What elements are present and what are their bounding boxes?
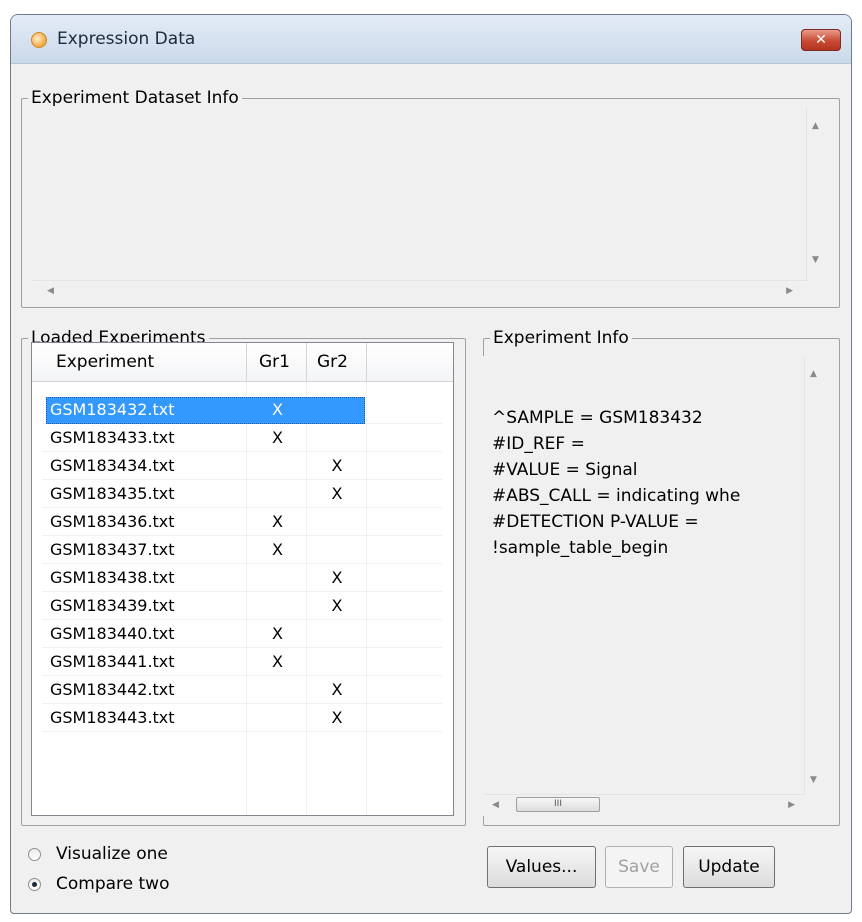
experiment-name-cell: GSM183438.txt [50, 568, 175, 587]
experiment-info-line: #ABS_CALL = indicating whe [492, 486, 741, 506]
table-row[interactable]: GSM183440.txt X [42, 621, 442, 648]
update-button[interactable]: Update [683, 846, 775, 888]
close-button[interactable]: ✕ [801, 29, 841, 51]
experiment-info-line: #DETECTION P-VALUE = [492, 512, 699, 532]
table-row[interactable]: GSM183441.txt X [42, 649, 442, 676]
gr2-cell: X [331, 568, 343, 587]
table-row[interactable]: GSM183438.txt X [42, 565, 442, 592]
table-row[interactable]: GSM183436.txt X [42, 509, 442, 536]
gr1-cell [248, 705, 307, 731]
gr1-cell [248, 565, 307, 591]
dataset-info-legend: Experiment Dataset Info [31, 88, 239, 108]
gr2-cell: X [331, 484, 343, 503]
experiment-name-cell: GSM183436.txt [50, 512, 175, 531]
gr1-cell [248, 593, 307, 619]
col-gr2-header[interactable]: Gr2 [307, 343, 367, 381]
scroll-left-arrow-icon[interactable]: ◀ [47, 286, 54, 296]
experiments-table[interactable]: Experiment Gr1 Gr2 GSM183432.txt X GSM1834… [31, 342, 454, 816]
experiment-info-textarea[interactable]: ^SAMPLE = GSM183432 #ID_REF = #VALUE = Sig… [483, 356, 826, 816]
col-experiment-header[interactable]: Experiment [46, 343, 247, 381]
experiment-name-cell: GSM183440.txt [50, 624, 175, 643]
gr1-cell: X [272, 540, 283, 559]
title-bar[interactable]: Expression Data ✕ [11, 15, 851, 64]
gr1-cell: X [272, 400, 283, 419]
scroll-down-arrow-icon[interactable]: ▼ [812, 255, 819, 265]
experiment-info-text: ^SAMPLE = GSM183432 #ID_REF = #VALUE = Sig… [492, 405, 740, 561]
values-button[interactable]: Values... [487, 846, 596, 888]
table-row[interactable]: GSM183439.txt X [42, 593, 442, 620]
table-row[interactable]: GSM183433.txt X [42, 425, 442, 452]
experiment-name-cell: GSM183443.txt [50, 708, 175, 727]
experiment-info-hscroll[interactable]: ◀ III ▶ [484, 794, 805, 815]
gr2-cell [308, 397, 366, 423]
gr2-cell [308, 509, 366, 535]
scroll-up-arrow-icon[interactable]: ▲ [810, 369, 817, 379]
experiment-info-vscroll[interactable]: ▲ ▼ [804, 357, 825, 795]
experiment-name-cell: GSM183432.txt [50, 400, 175, 419]
experiment-name-cell: GSM183435.txt [50, 484, 175, 503]
radio-compare-two-label: Compare two [56, 874, 170, 894]
experiment-info-line: ^SAMPLE = GSM183432 [492, 408, 703, 428]
col-gr1-header[interactable]: Gr1 [247, 343, 307, 381]
window-title: Expression Data [57, 29, 196, 49]
scroll-right-arrow-icon[interactable]: ▶ [788, 800, 795, 810]
radio-visualize-one-indicator[interactable] [28, 848, 41, 861]
table-row[interactable]: GSM183435.txt X [42, 481, 442, 508]
table-header: Experiment Gr1 Gr2 [32, 343, 453, 382]
hscroll-thumb[interactable]: III [516, 797, 600, 812]
gr1-cell [248, 481, 307, 507]
scroll-right-arrow-icon[interactable]: ▶ [786, 286, 793, 296]
gr2-cell [308, 537, 366, 563]
experiment-info-line: #ID_REF = [492, 434, 585, 454]
gr1-cell: X [272, 652, 283, 671]
gr1-cell: X [272, 428, 283, 447]
table-row[interactable]: GSM183434.txt X [42, 453, 442, 480]
experiment-name-cell: GSM183433.txt [50, 428, 175, 447]
gr2-cell [308, 425, 366, 451]
gr1-cell: X [272, 624, 283, 643]
experiment-name-cell: GSM183437.txt [50, 540, 175, 559]
experiment-info-line: #VALUE = Signal [492, 460, 638, 480]
dataset-info-vscroll[interactable]: ▲ ▼ [806, 107, 827, 301]
experiment-info-line: !sample_table_begin [492, 538, 669, 558]
app-c-icon [31, 32, 47, 48]
gr2-cell: X [331, 708, 343, 727]
experiment-info-legend: Experiment Info [493, 328, 629, 348]
dataset-info-textarea[interactable]: ▲ ▼ ◀ ▶ [32, 106, 828, 302]
gr2-cell: X [331, 596, 343, 615]
table-row[interactable]: GSM183442.txt X [42, 677, 442, 704]
experiment-name-cell: GSM183442.txt [50, 680, 175, 699]
dataset-info-hscroll[interactable]: ◀ ▶ [33, 280, 807, 301]
table-row[interactable]: GSM183437.txt X [42, 537, 442, 564]
radio-visualize-one-label: Visualize one [56, 844, 168, 864]
gr1-cell [248, 677, 307, 703]
gr2-cell: X [331, 680, 343, 699]
scroll-left-arrow-icon[interactable]: ◀ [492, 800, 499, 810]
gr1-cell [248, 453, 307, 479]
gr1-cell: X [272, 512, 283, 531]
experiment-name-cell: GSM183439.txt [50, 596, 175, 615]
scroll-up-arrow-icon[interactable]: ▲ [812, 121, 819, 131]
experiment-name-cell: GSM183434.txt [50, 456, 175, 475]
gr2-cell [308, 621, 366, 647]
table-row[interactable]: GSM183432.txt X [42, 397, 442, 424]
gr2-cell: X [331, 456, 343, 475]
table-row[interactable]: GSM183443.txt X [42, 705, 442, 732]
hscroll-grip: III [554, 799, 562, 809]
save-button[interactable]: Save [605, 846, 673, 888]
radio-compare-two-indicator[interactable] [28, 878, 41, 891]
scroll-down-arrow-icon[interactable]: ▼ [810, 775, 817, 785]
experiment-name-cell: GSM183441.txt [50, 652, 175, 671]
gr2-cell [308, 649, 366, 675]
